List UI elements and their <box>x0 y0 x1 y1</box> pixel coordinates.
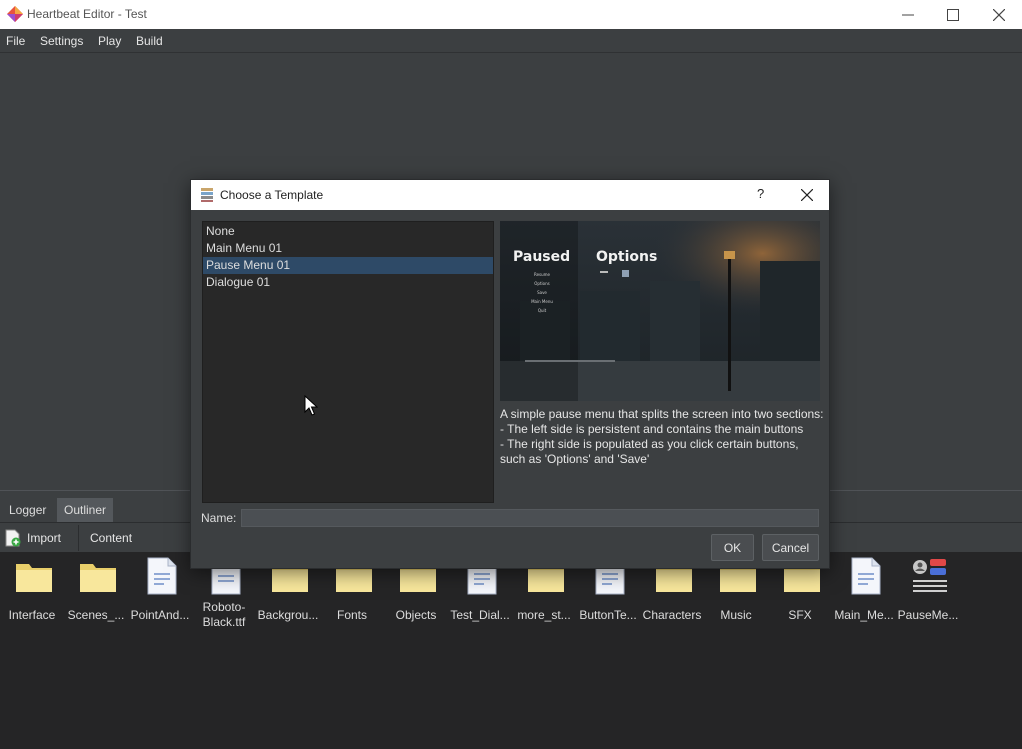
menu-file[interactable]: File <box>6 34 25 48</box>
minimize-button[interactable] <box>885 0 931 29</box>
title-bar: Heartbeat Editor - Test <box>0 0 1022 29</box>
window-title: Heartbeat Editor - Test <box>27 7 147 21</box>
ui-template-icon <box>910 556 950 596</box>
asset-label: SFX <box>788 608 812 622</box>
asset-label: Scenes_... <box>67 608 125 622</box>
name-label: Name: <box>201 511 237 525</box>
menu-bar: File Settings Play Build <box>0 29 1022 53</box>
template-item-none[interactable]: None <box>203 223 493 240</box>
toolbar-divider <box>78 525 79 551</box>
preview-scene: Paused Options Resume Options Save Main … <box>500 221 820 401</box>
template-list: None Main Menu 01 Pause Menu 01 Dialogue… <box>202 221 494 503</box>
mouse-cursor-icon <box>304 395 318 416</box>
asset-label: Music <box>720 608 752 622</box>
maximize-button[interactable] <box>930 0 976 29</box>
app-logo-icon <box>7 6 23 22</box>
asset-label: PauseMe... <box>897 608 959 622</box>
import-icon <box>5 529 21 547</box>
asset-label: Fonts <box>336 608 367 622</box>
help-button[interactable]: ? <box>757 186 764 201</box>
preview-menu-item: Quit <box>538 308 547 313</box>
maximize-icon <box>947 8 959 21</box>
asset-label: Main_Me... <box>834 608 894 622</box>
menu-settings[interactable]: Settings <box>40 34 83 48</box>
description-line: - The right side is populated as you cli… <box>500 437 799 466</box>
preview-menu-item: Resume <box>534 272 551 277</box>
dialog-close-button[interactable] <box>797 185 817 205</box>
asset-label: Objects <box>395 608 437 622</box>
dialog-title-bar: Choose a Template ? <box>191 180 829 210</box>
preview-menu-item: Main Menu <box>531 299 553 304</box>
close-icon <box>993 8 1005 21</box>
folder-icon <box>78 556 118 596</box>
asset-label: PointAnd... <box>130 608 190 622</box>
asset-label: Backgrou... <box>257 608 319 622</box>
asset-label: ButtonTe... <box>579 608 637 622</box>
preview-menu-item: Save <box>537 290 547 295</box>
minimize-icon <box>902 14 914 15</box>
file-icon <box>142 556 182 596</box>
template-item-main-menu[interactable]: Main Menu 01 <box>203 240 493 257</box>
template-preview-image: Paused Options Resume Options Save Main … <box>500 221 820 401</box>
preview-options-heading: Options <box>596 249 657 265</box>
template-item-dialogue[interactable]: Dialogue 01 <box>203 274 493 291</box>
file-icon <box>846 556 886 596</box>
cancel-button[interactable]: Cancel <box>762 534 819 561</box>
asset-label: more_st... <box>517 608 571 622</box>
tab-logger[interactable]: Logger <box>2 498 53 522</box>
folder-icon <box>14 556 54 596</box>
content-breadcrumb[interactable]: Content <box>90 531 132 545</box>
choose-template-dialog: Choose a Template ? None Main Menu 01 Pa… <box>190 179 830 569</box>
import-button[interactable]: Import <box>5 528 61 548</box>
menu-build[interactable]: Build <box>136 34 163 48</box>
asset-label: Interface <box>8 608 56 622</box>
template-description: A simple pause menu that splits the scre… <box>500 407 824 467</box>
asset-label: Roboto-Black.ttf <box>202 600 246 629</box>
preview-menu-item: Options <box>534 281 549 286</box>
tab-outliner[interactable]: Outliner <box>57 498 114 522</box>
preview-paused-heading: Paused <box>513 249 570 265</box>
template-book-icon <box>201 188 213 202</box>
ok-button[interactable]: OK <box>711 534 754 561</box>
name-field[interactable] <box>241 509 819 527</box>
dialog-title: Choose a Template <box>220 188 324 202</box>
description-line: - The left side is persistent and contai… <box>500 422 804 436</box>
description-line: A simple pause menu that splits the scre… <box>500 407 824 421</box>
asset-browser: Interface Scenes_... PointAnd... Roboto-Bla… <box>0 552 1022 749</box>
import-label: Import <box>27 531 62 545</box>
menu-play[interactable]: Play <box>98 34 121 48</box>
asset-label: Test_Dial... <box>450 608 510 622</box>
template-item-pause-menu[interactable]: Pause Menu 01 <box>203 257 493 274</box>
close-window-button[interactable] <box>976 0 1022 29</box>
asset-label: Characters <box>642 608 702 622</box>
close-icon <box>801 189 813 201</box>
